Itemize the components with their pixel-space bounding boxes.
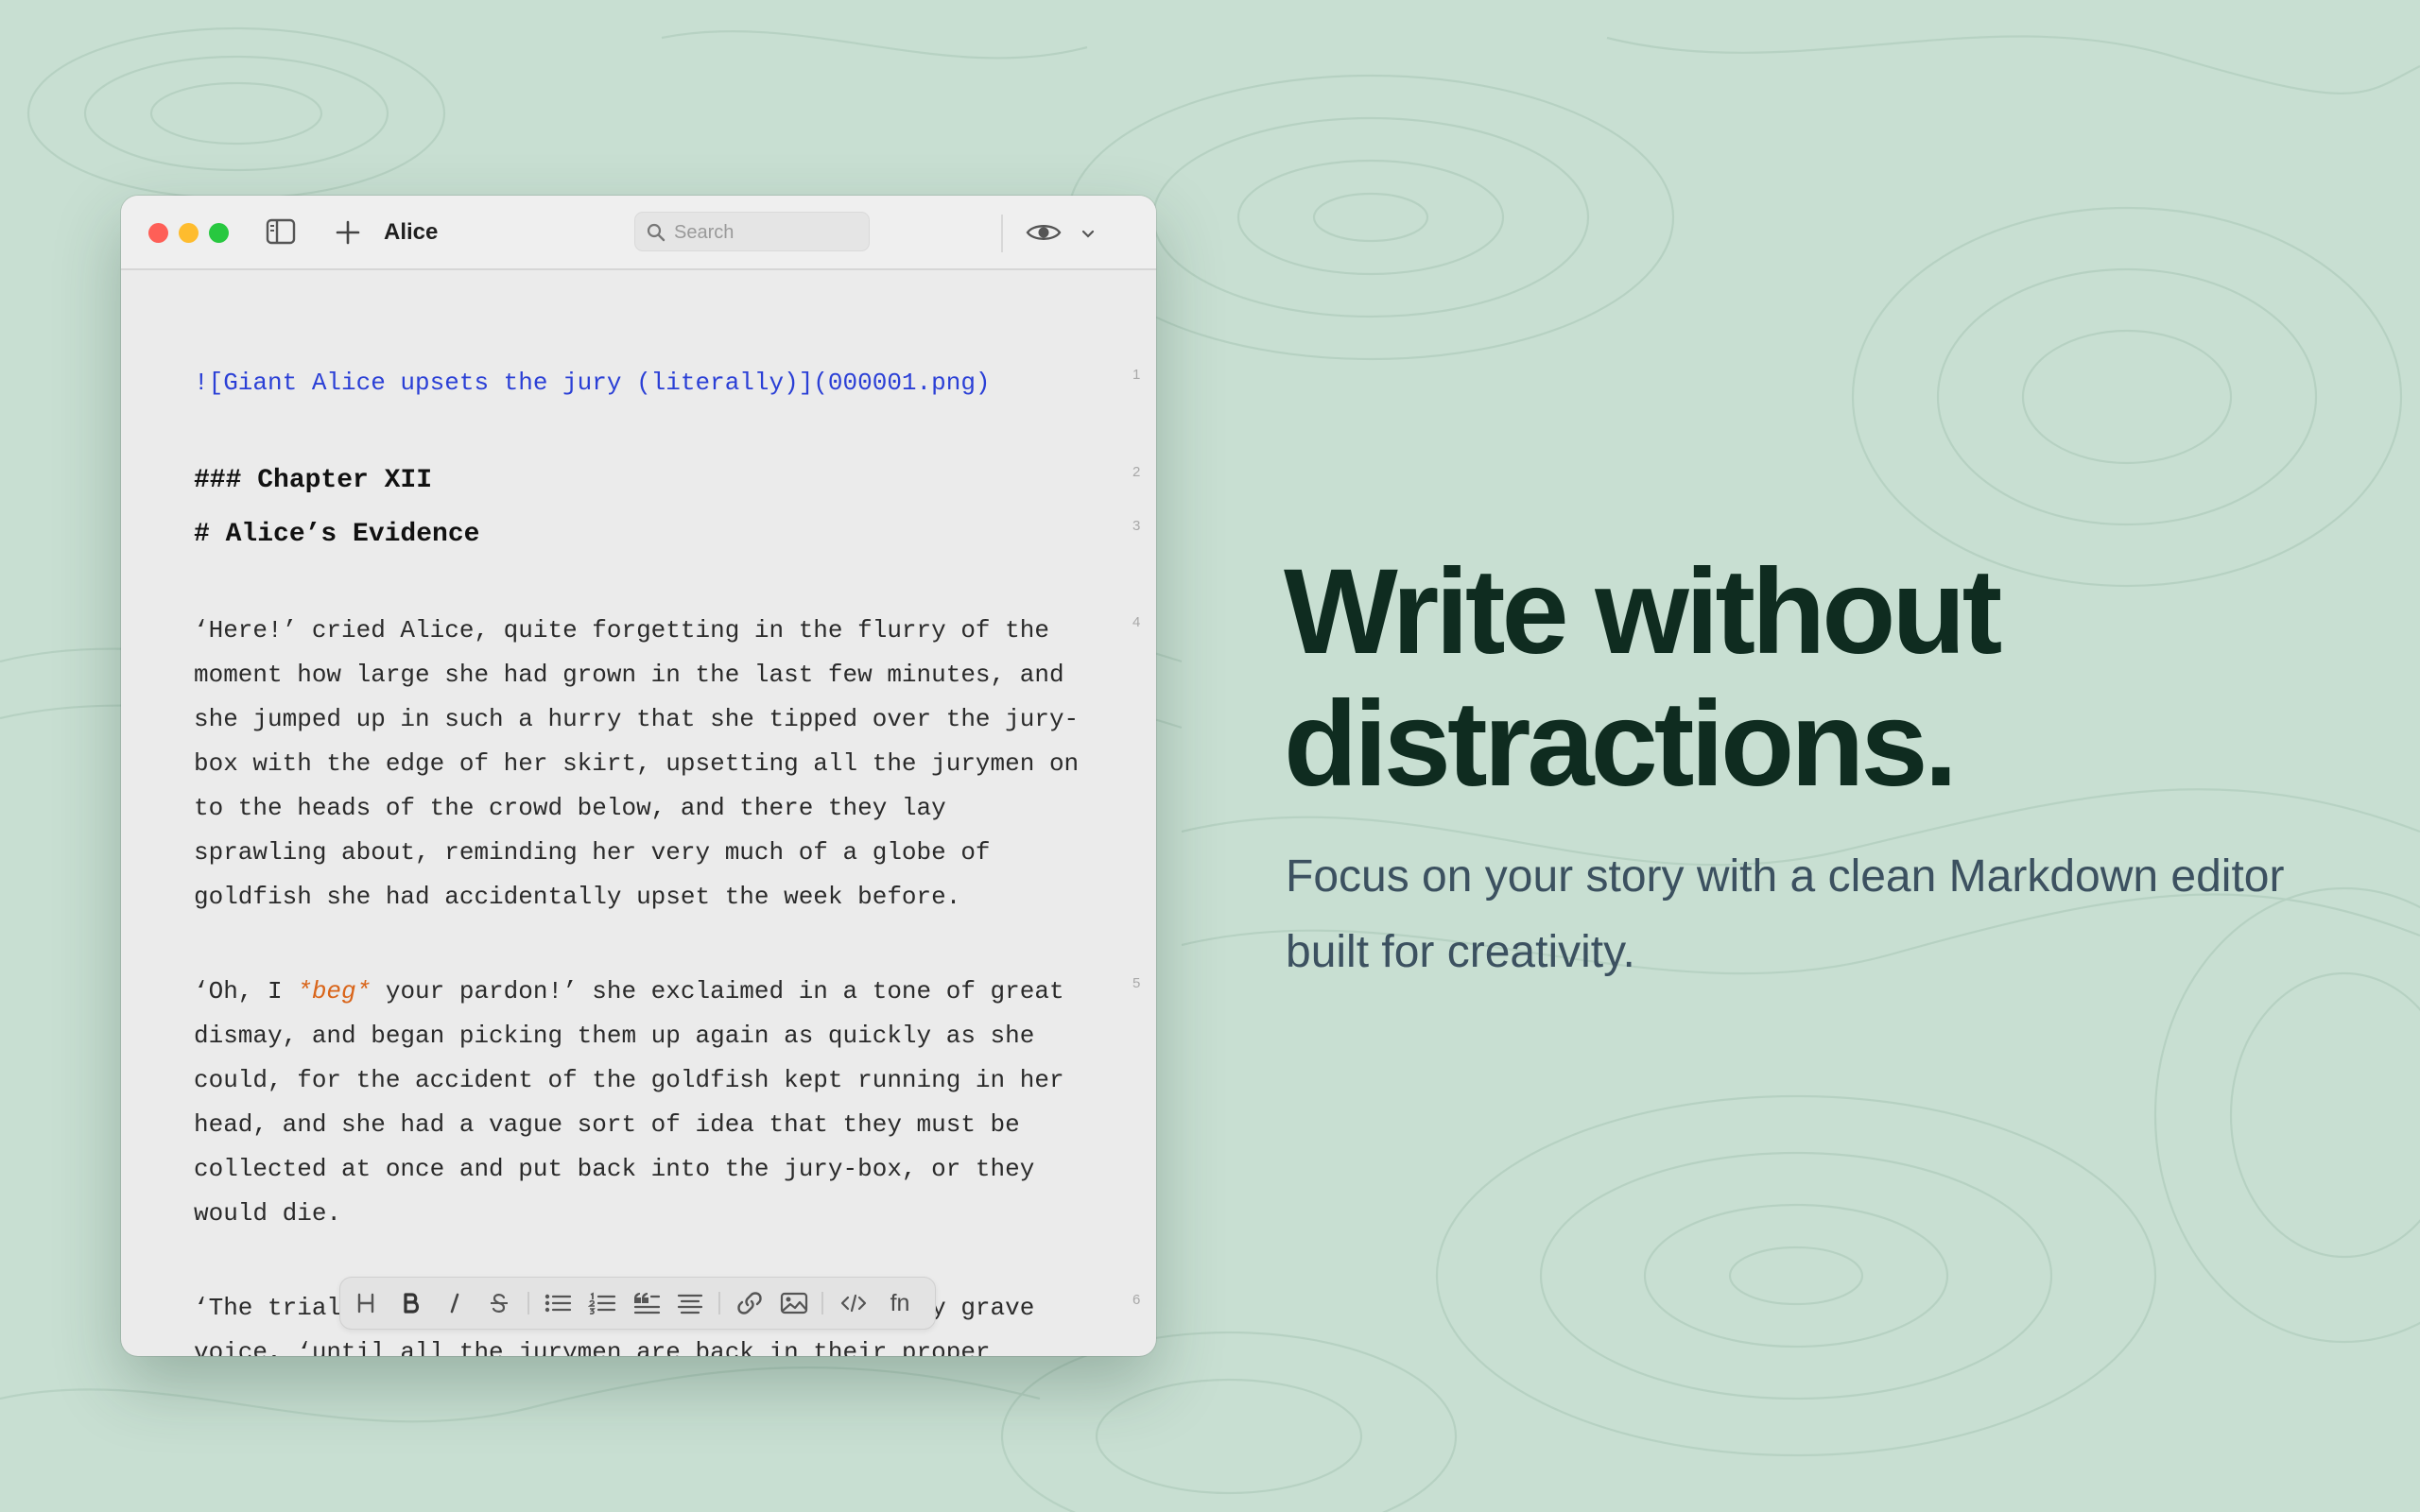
line-number: 5 <box>1132 975 1141 991</box>
image-link-line[interactable]: ![Giant Alice upsets the jury (literally… <box>194 361 1101 405</box>
bold-icon <box>404 1293 420 1314</box>
search-input[interactable]: Search <box>634 212 870 251</box>
bullet-list-icon <box>544 1294 572 1313</box>
code-button[interactable] <box>835 1285 873 1321</box>
search-icon <box>647 223 666 242</box>
numbered-list-icon <box>588 1292 616 1314</box>
line-number: 1 <box>1132 367 1141 383</box>
insert-image-button[interactable] <box>775 1285 813 1321</box>
line-number: 4 <box>1132 614 1141 630</box>
text-align-button[interactable] <box>671 1285 709 1321</box>
close-window-button[interactable] <box>148 223 168 243</box>
editor-window: Alice Search ![Giant Alice upsets the ju… <box>121 196 1156 1356</box>
markdown-editor[interactable]: ![Giant Alice upsets the jury (literally… <box>121 270 1156 1356</box>
italic-button[interactable] <box>436 1285 474 1321</box>
sidebar-toggle-icon[interactable] <box>266 218 296 245</box>
toolbar-separator <box>527 1292 529 1314</box>
image-icon <box>780 1292 808 1314</box>
paragraph-text: your pardon!’ she exclaimed in a tone of… <box>194 977 1080 1228</box>
search-placeholder: Search <box>674 222 735 243</box>
zoom-window-button[interactable] <box>209 223 229 243</box>
heading-button[interactable] <box>347 1285 385 1321</box>
format-toolbar: fn <box>339 1277 936 1330</box>
headline: Write without distractions. <box>1284 544 2002 812</box>
subheadline: Focus on your story with a clean Markdow… <box>1286 851 2285 977</box>
line-number: 6 <box>1132 1292 1141 1308</box>
paragraph-line[interactable]: ‘Oh, I *beg* your pardon!’ she exclaimed… <box>194 970 1092 1236</box>
bullet-list-button[interactable] <box>539 1285 577 1321</box>
align-lines-icon <box>677 1294 703 1314</box>
blockquote-button[interactable] <box>628 1285 666 1321</box>
link-icon <box>737 1292 762 1314</box>
heading-icon <box>357 1293 374 1314</box>
numbered-list-button[interactable] <box>583 1285 621 1321</box>
strikethrough-icon <box>491 1294 508 1313</box>
title-bar: Alice Search <box>121 196 1156 270</box>
italic-icon <box>450 1293 459 1314</box>
bold-button[interactable] <box>392 1285 430 1321</box>
paragraph-line[interactable]: ‘Here!’ cried Alice, quite forgetting in… <box>194 609 1092 919</box>
quote-icon <box>633 1293 661 1314</box>
preview-eye-icon[interactable] <box>1026 221 1062 244</box>
toolbar-divider <box>1001 215 1003 252</box>
line-number: 3 <box>1132 518 1141 534</box>
toolbar-separator <box>718 1292 720 1314</box>
chapter-heading-line[interactable]: ### Chapter XII <box>194 458 1101 503</box>
toolbar-separator <box>821 1292 823 1314</box>
paragraph-text: ‘Oh, I <box>194 977 298 1005</box>
title-heading-line[interactable]: # Alice’s Evidence <box>194 512 1101 557</box>
new-document-icon[interactable] <box>336 220 360 245</box>
line-number: 2 <box>1132 464 1141 480</box>
code-icon <box>840 1294 867 1313</box>
footnote-button[interactable]: fn <box>881 1285 919 1321</box>
insert-link-button[interactable] <box>731 1285 769 1321</box>
strikethrough-button[interactable] <box>480 1285 518 1321</box>
chevron-down-icon[interactable] <box>1081 230 1095 238</box>
document-title: Alice <box>384 219 439 245</box>
emphasis-markup: *beg* <box>297 977 372 1005</box>
minimize-window-button[interactable] <box>179 223 199 243</box>
